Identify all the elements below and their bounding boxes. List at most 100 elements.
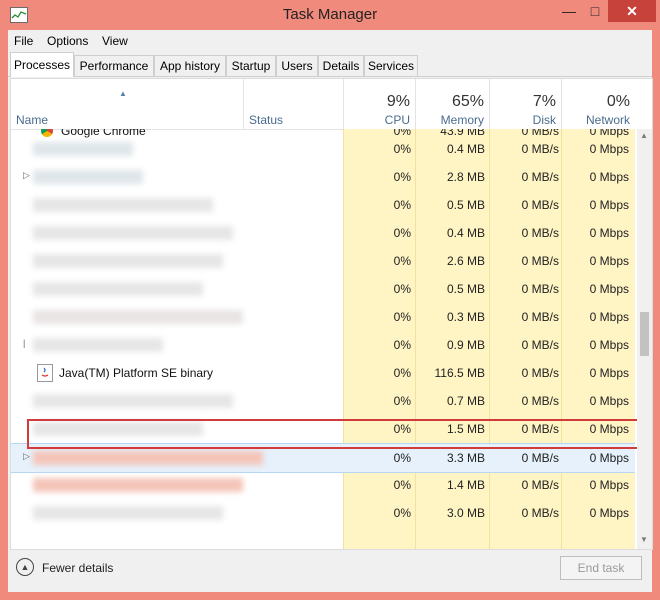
disk-cell: 0 MB/s xyxy=(521,338,559,352)
minimize-button[interactable]: — xyxy=(556,0,582,22)
disk-percent: 7% xyxy=(532,93,556,110)
tab-app-history[interactable]: App history xyxy=(154,55,226,76)
end-task-button[interactable]: End task xyxy=(560,556,642,580)
col-disk: Disk xyxy=(532,113,556,127)
network-cell: 0 Mbps xyxy=(589,451,629,465)
disk-cell: 0 MB/s xyxy=(521,282,559,296)
fewer-details-link[interactable]: Fewer details xyxy=(42,561,113,575)
col-disk-header[interactable]: 7% Disk xyxy=(489,79,562,129)
tab-users[interactable]: Users xyxy=(276,55,318,76)
scroll-down-icon[interactable]: ▼ xyxy=(640,535,648,544)
table-row[interactable]: 0% 2.6 MB 0 MB/s 0 Mbps xyxy=(11,247,635,275)
expand-icon[interactable]: ▷ xyxy=(23,170,30,181)
redacted-name xyxy=(33,451,263,465)
cpu-cell: 0% xyxy=(393,310,411,324)
menu-options[interactable]: Options xyxy=(47,34,88,48)
table-row-java[interactable]: Java(TM) Platform SE binary 0% 116.5 MB … xyxy=(11,359,635,387)
window-frame: Task Manager — □ ✕ File Options View Pro… xyxy=(0,0,660,600)
disk-cell: 0 MB/s xyxy=(521,506,559,520)
network-cell: 0 Mbps xyxy=(589,310,629,324)
col-status: Status xyxy=(249,113,284,127)
network-cell: 0 Mbps xyxy=(589,254,629,268)
tab-processes[interactable]: Processes xyxy=(10,52,74,77)
table-row[interactable]: 0% 0.4 MB 0 MB/s 0 Mbps xyxy=(11,135,635,163)
redacted-name xyxy=(33,226,233,240)
tab-startup[interactable]: Startup xyxy=(226,55,276,76)
cpu-cell: 0% xyxy=(393,170,411,184)
menu-file[interactable]: File xyxy=(14,34,33,48)
redacted-name xyxy=(33,142,133,156)
cpu-cell: 0% xyxy=(393,506,411,520)
scrollbar-thumb[interactable] xyxy=(640,312,649,356)
network-cell: 0 Mbps xyxy=(589,506,629,520)
table-row[interactable]: 0% 0.5 MB 0 MB/s 0 Mbps xyxy=(11,275,635,303)
cpu-cell: 0% xyxy=(393,142,411,156)
sort-ascending-icon: ▲ xyxy=(119,89,127,98)
col-memory: Memory xyxy=(440,113,484,127)
memory-cell: 0.5 MB xyxy=(446,282,485,296)
network-cell: 0 Mbps xyxy=(589,366,629,380)
processes-panel: ▲ Name Status 9% CPU 65% Memory 7% Disk xyxy=(10,78,653,550)
memory-cell: 2.8 MB xyxy=(446,170,485,184)
redacted-name xyxy=(33,338,163,352)
network-cell: 0 Mbps xyxy=(589,198,629,212)
maximize-button[interactable]: □ xyxy=(582,0,608,22)
expand-icon[interactable]: | xyxy=(23,338,25,348)
network-cell: 0 Mbps xyxy=(589,394,629,408)
cpu-cell: 0% xyxy=(393,394,411,408)
memory-percent: 65% xyxy=(451,93,484,110)
process-name: Java(TM) Platform SE binary xyxy=(59,366,214,380)
network-cell: 0 Mbps xyxy=(589,338,629,352)
cpu-cell: 0% xyxy=(393,366,411,380)
col-cpu-header[interactable]: 9% CPU xyxy=(343,79,416,129)
network-cell: 0 Mbps xyxy=(589,142,629,156)
table-row[interactable]: 0% 0.5 MB 0 MB/s 0 Mbps xyxy=(11,191,635,219)
memory-cell: 2.6 MB xyxy=(446,254,485,268)
tab-details[interactable]: Details xyxy=(318,55,364,76)
cpu-cell: 0% xyxy=(393,478,411,492)
col-status-header[interactable]: Status xyxy=(243,79,344,129)
table-row[interactable]: 0% 3.0 MB 0 MB/s 0 Mbps xyxy=(11,499,635,527)
col-name[interactable]: Name xyxy=(16,113,48,127)
process-list: Google Chrome 0% 43.9 MB 0 MB/s 0 Mbps 0… xyxy=(11,129,635,549)
memory-cell: 0.4 MB xyxy=(446,142,485,156)
disk-cell: 0 MB/s xyxy=(521,394,559,408)
title-bar[interactable]: Task Manager — □ ✕ xyxy=(0,0,660,30)
table-row[interactable]: | 0% 0.9 MB 0 MB/s 0 Mbps xyxy=(11,331,635,359)
cpu-cell: 0% xyxy=(393,198,411,212)
menu-view[interactable]: View xyxy=(102,34,128,48)
table-row[interactable]: ▷ 0% 2.8 MB 0 MB/s 0 Mbps xyxy=(11,163,635,191)
table-row[interactable]: 0% 0.3 MB 0 MB/s 0 Mbps xyxy=(11,303,635,331)
redacted-name xyxy=(33,198,213,212)
memory-cell: 116.5 MB xyxy=(434,366,485,380)
cpu-cell: 0% xyxy=(393,254,411,268)
vertical-scrollbar[interactable]: ▲ ▼ xyxy=(637,129,652,549)
cpu-percent: 9% xyxy=(386,93,410,110)
scroll-up-icon[interactable]: ▲ xyxy=(640,131,648,140)
cpu-cell: 0% xyxy=(393,226,411,240)
network-cell: 0 Mbps xyxy=(589,226,629,240)
tab-performance[interactable]: Performance xyxy=(74,55,154,76)
col-network-header[interactable]: 0% Network xyxy=(561,79,636,129)
memory-cell: 3.0 MB xyxy=(446,506,485,520)
collapse-up-icon[interactable]: ▲ xyxy=(16,558,34,576)
expand-icon[interactable]: ▷ xyxy=(23,451,30,462)
col-memory-header[interactable]: 65% Memory xyxy=(415,79,490,129)
memory-cell: 0.7 MB xyxy=(446,394,485,408)
disk-cell: 0 MB/s xyxy=(521,310,559,324)
col-cpu: CPU xyxy=(384,113,410,127)
redacted-name xyxy=(33,478,243,492)
disk-cell: 0 MB/s xyxy=(521,198,559,212)
redacted-name xyxy=(33,170,143,184)
disk-cell: 0 MB/s xyxy=(521,170,559,184)
close-button[interactable]: ✕ xyxy=(608,0,656,22)
table-row[interactable]: 0% 0.7 MB 0 MB/s 0 Mbps xyxy=(11,387,635,415)
disk-cell: 0 MB/s xyxy=(521,226,559,240)
annotation-highlight xyxy=(27,419,643,449)
table-row[interactable]: 0% 0.4 MB 0 MB/s 0 Mbps xyxy=(11,219,635,247)
tab-services[interactable]: Services xyxy=(364,55,418,76)
memory-cell: 0.3 MB xyxy=(446,310,485,324)
column-header: ▲ Name Status 9% CPU 65% Memory 7% Disk xyxy=(11,79,635,130)
table-row[interactable]: 0% 1.4 MB 0 MB/s 0 Mbps xyxy=(11,471,635,499)
java-icon xyxy=(37,364,53,382)
